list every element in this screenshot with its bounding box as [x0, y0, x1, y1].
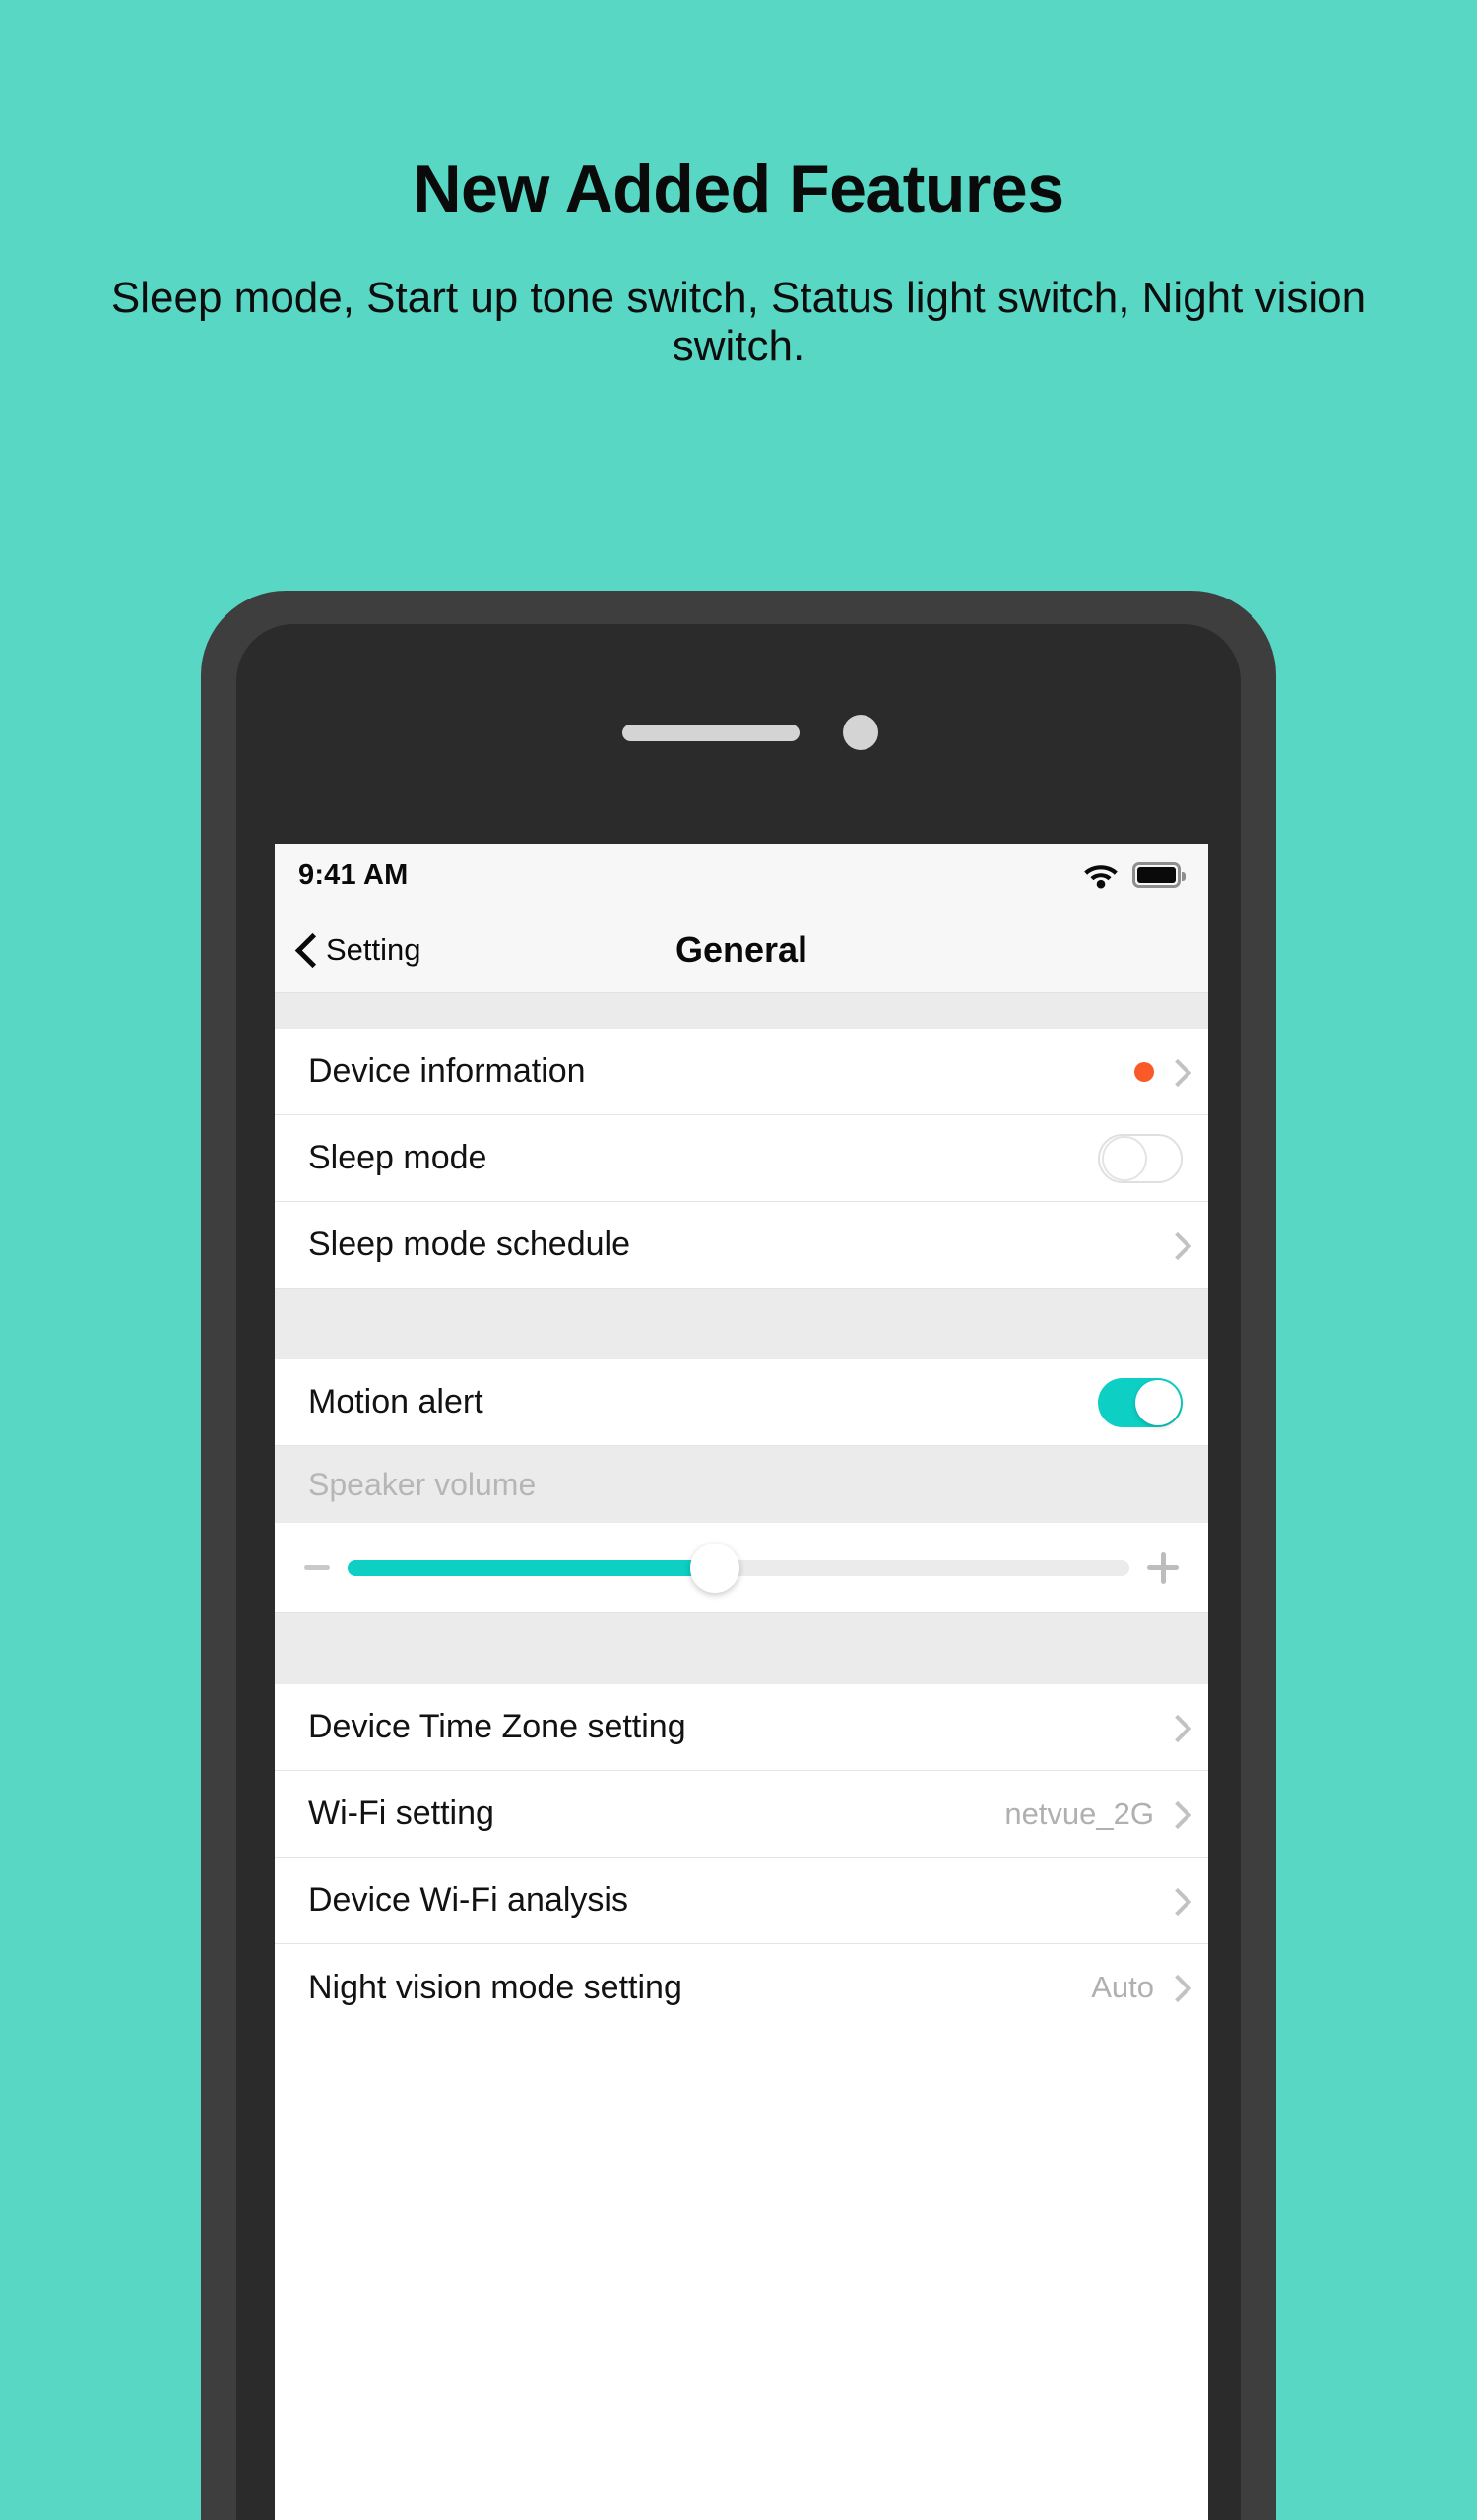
list-item-label: Device Wi-Fi analysis: [308, 1881, 628, 1919]
list-item-device-information[interactable]: Device information: [275, 1029, 1208, 1115]
promo-subtitle: Sleep mode, Start up tone switch, Status…: [110, 274, 1367, 371]
navigation-bar: Setting General: [275, 907, 1208, 993]
list-item-label: Motion alert: [308, 1383, 483, 1420]
list-item-sleep-mode[interactable]: Sleep mode: [275, 1115, 1208, 1202]
status-bar-indicators: [1083, 862, 1186, 889]
volume-slider[interactable]: [348, 1543, 1129, 1593]
chevron-right-icon: [1168, 1888, 1183, 1914]
list-item-value: Auto: [1091, 1970, 1154, 2004]
list-item-device-time-zone-setting[interactable]: Device Time Zone setting: [275, 1684, 1208, 1771]
list-item-label: Night vision mode setting: [308, 1968, 682, 2006]
list-item-label: Sleep mode: [308, 1139, 487, 1176]
list-item-label: Wi-Fi setting: [308, 1795, 494, 1832]
back-button[interactable]: Setting: [275, 932, 421, 968]
status-badge: [1134, 1061, 1154, 1082]
list-item-value: netvue_2G: [1004, 1796, 1154, 1831]
list-item-label: Device Time Zone setting: [308, 1708, 686, 1745]
volume-slider-fill: [348, 1559, 716, 1576]
battery-full-icon: [1132, 862, 1186, 888]
list-item-wifi-setting[interactable]: Wi-Fi setting netvue_2G: [275, 1771, 1208, 1858]
speaker-volume-section-header: Speaker volume: [275, 1446, 1208, 1523]
phone-screen: 9:41 AM Setting General Device informati…: [275, 844, 1208, 2520]
chevron-right-icon: [1168, 1232, 1183, 1258]
speaker-grille-icon: [622, 724, 800, 741]
back-button-label: Setting: [326, 931, 421, 967]
minus-icon[interactable]: [304, 1565, 330, 1570]
chevron-right-icon: [1168, 1975, 1183, 2000]
plus-icon[interactable]: [1147, 1551, 1179, 1584]
list-item-sleep-mode-schedule[interactable]: Sleep mode schedule: [275, 1202, 1208, 1289]
volume-slider-thumb[interactable]: [690, 1543, 740, 1593]
speaker-volume-slider-row[interactable]: [275, 1523, 1208, 1613]
section-gap: [275, 1289, 1208, 1359]
section-gap: [275, 993, 1208, 1029]
list-item-label: Device information: [308, 1052, 586, 1090]
list-item-motion-alert[interactable]: Motion alert: [275, 1359, 1208, 1446]
status-bar: 9:41 AM: [275, 844, 1208, 907]
section-header-label: Speaker volume: [308, 1466, 537, 1502]
front-camera-icon: [843, 715, 878, 750]
chevron-left-icon: [296, 933, 316, 967]
chevron-right-icon: [1168, 1801, 1183, 1827]
section-gap: [275, 1613, 1208, 1684]
motion-alert-toggle[interactable]: [1098, 1377, 1183, 1427]
chevron-right-icon: [1168, 1059, 1183, 1085]
promo-header: New Added Features Sleep mode, Start up …: [0, 0, 1477, 371]
status-bar-time: 9:41 AM: [298, 858, 409, 891]
list-item-label: Sleep mode schedule: [308, 1226, 631, 1263]
chevron-right-icon: [1168, 1715, 1183, 1740]
list-item-device-wifi-analysis[interactable]: Device Wi-Fi analysis: [275, 1858, 1208, 1944]
sleep-mode-toggle[interactable]: [1098, 1133, 1183, 1183]
list-item-night-vision-mode-setting[interactable]: Night vision mode setting Auto: [275, 1944, 1208, 2031]
promo-title: New Added Features: [413, 152, 1064, 226]
wifi-icon: [1084, 864, 1118, 888]
